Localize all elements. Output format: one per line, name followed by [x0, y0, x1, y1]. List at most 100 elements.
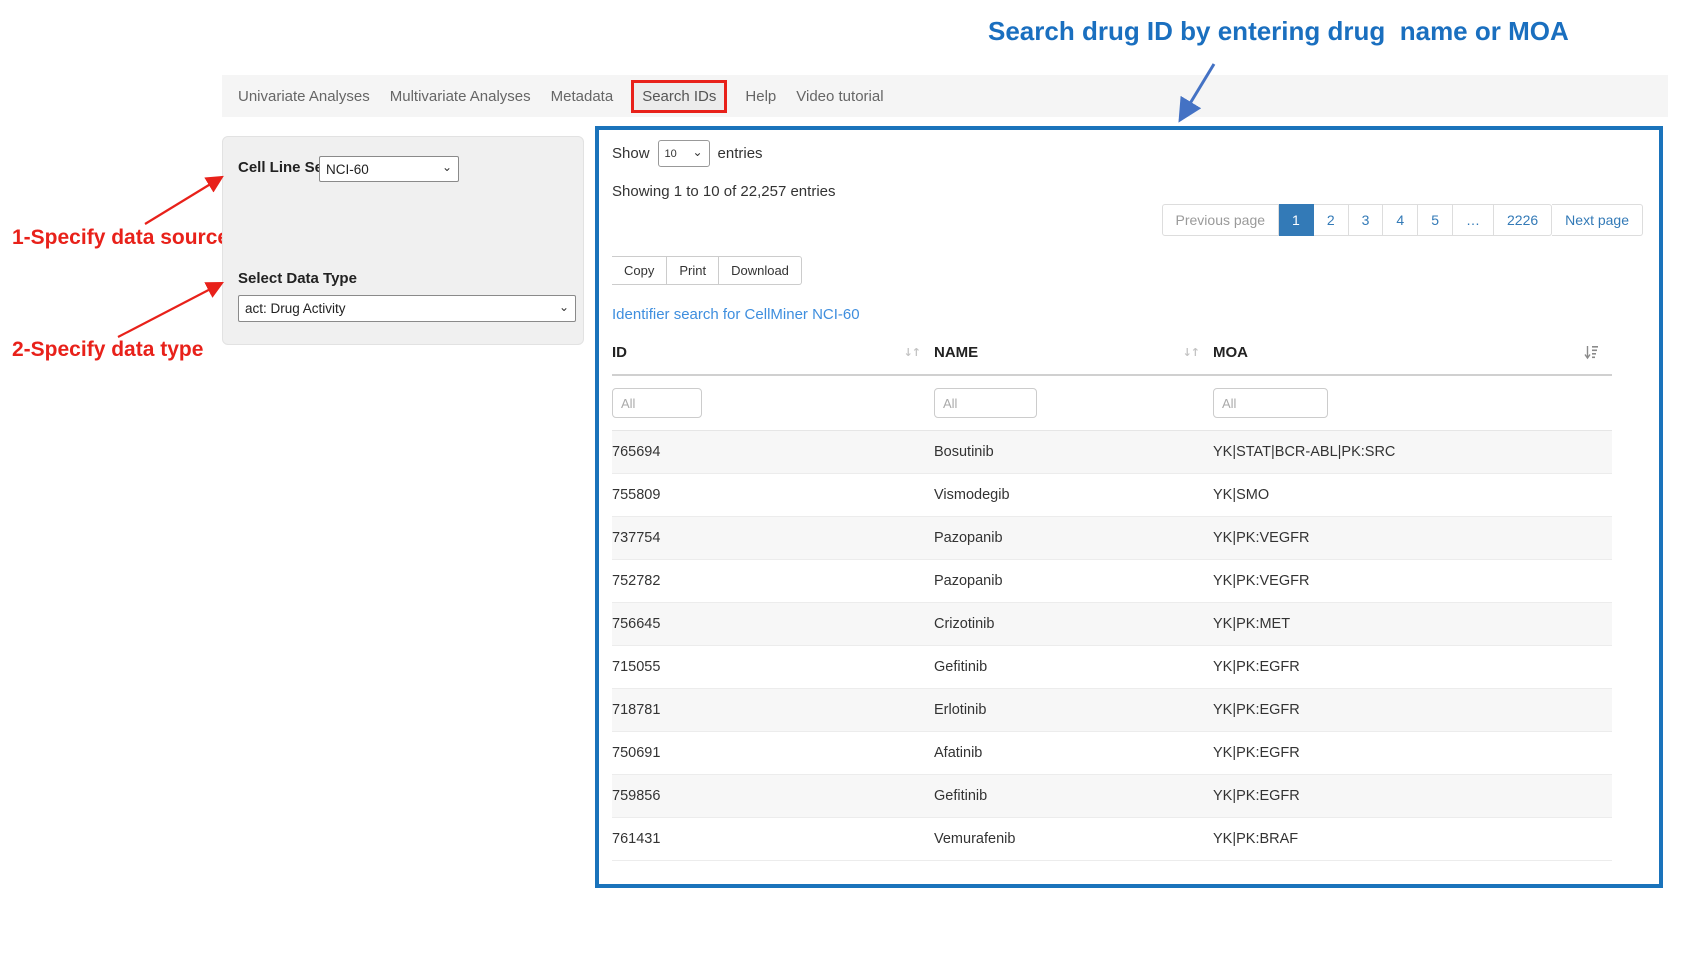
export-button-group: Copy Print Download [612, 256, 802, 285]
cell-line-set-select[interactable]: NCI-60 ⌄ [319, 156, 459, 182]
page-length-select[interactable]: 10 ⌄ [658, 140, 710, 167]
next-page-button[interactable]: Next page [1552, 204, 1643, 236]
table-header-row: ID ↓↑ NAME ↓↑ MOA [612, 330, 1612, 376]
cell-id: 759856 [612, 788, 934, 804]
table-row: 718781 Erlotinib YK|PK:EGFR [612, 689, 1612, 732]
moa-filter-input[interactable] [1213, 388, 1328, 418]
cell-name: Pazopanib [934, 573, 1213, 589]
table-row: 750691 Afatinib YK|PK:EGFR [612, 732, 1612, 775]
chevron-down-icon: ⌄ [442, 161, 452, 173]
top-nav: Univariate Analyses Multivariate Analyse… [222, 75, 1668, 117]
red-arrow-step1 [145, 177, 222, 224]
show-entries-control: Show 10 ⌄ entries [612, 140, 763, 167]
cell-moa: YK|PK:VEGFR [1213, 573, 1612, 589]
nav-tab[interactable]: Video tutorial [794, 84, 885, 109]
page-number-button[interactable]: 1 [1279, 204, 1314, 236]
export-button[interactable]: Print [667, 256, 719, 285]
cell-name: Gefitinib [934, 659, 1213, 675]
cell-id: 765694 [612, 444, 934, 460]
table-row: 752782 Pazopanib YK|PK:VEGFR [612, 560, 1612, 603]
data-type-value: act: Drug Activity [245, 301, 346, 316]
cell-name: Vemurafenib [934, 831, 1213, 847]
page-number-button[interactable]: 3 [1349, 204, 1384, 236]
page-number-button[interactable]: 2226 [1494, 204, 1552, 236]
showing-summary: Showing 1 to 10 of 22,257 entries [612, 183, 836, 200]
sort-updown-icon: ↓↑ [904, 346, 920, 359]
red-arrow-step2 [118, 283, 222, 337]
cell-name: Bosutinib [934, 444, 1213, 460]
table-row: 759856 Gefitinib YK|PK:EGFR [612, 775, 1612, 818]
table-row: 715055 Gefitinib YK|PK:EGFR [612, 646, 1612, 689]
page-number-group: 1 2 3 4 5 … 2226 [1279, 204, 1552, 236]
cell-moa: YK|PK:EGFR [1213, 788, 1612, 804]
table-row: 755809 Vismodegib YK|SMO [612, 474, 1612, 517]
cell-id: 761431 [612, 831, 934, 847]
id-filter-input[interactable] [612, 388, 702, 418]
data-source-panel: Cell Line Set NCI-60 ⌄ Select Data Type … [222, 136, 584, 345]
table-row: 756645 Crizotinib YK|PK:MET [612, 603, 1612, 646]
column-filter-row [612, 376, 1612, 431]
headline-annotation: Search drug ID by entering drug name or … [988, 16, 1569, 47]
page-number-button[interactable]: 4 [1383, 204, 1418, 236]
annotation-step1: 1-Specify data source [12, 226, 229, 250]
cell-id: 752782 [612, 573, 934, 589]
column-header-id-label: ID [612, 344, 627, 361]
cell-id: 718781 [612, 702, 934, 718]
cell-name: Erlotinib [934, 702, 1213, 718]
column-header-name-label: NAME [934, 344, 978, 361]
chevron-down-icon: ⌄ [559, 301, 569, 313]
column-header-moa[interactable]: MOA [1213, 344, 1612, 361]
cell-line-set-value: NCI-60 [326, 162, 369, 177]
annotation-step2: 2-Specify data type [12, 338, 203, 362]
cell-id: 756645 [612, 616, 934, 632]
show-label: Show [612, 145, 650, 162]
table-row: 761431 Vemurafenib YK|PK:BRAF [612, 818, 1612, 861]
nav-tab[interactable]: Search IDs [631, 80, 727, 113]
cell-name: Afatinib [934, 745, 1213, 761]
cell-moa: YK|STAT|BCR-ABL|PK:SRC [1213, 444, 1612, 460]
page-length-value: 10 [665, 148, 677, 160]
cell-id: 715055 [612, 659, 934, 675]
column-header-name[interactable]: NAME ↓↑ [934, 344, 1213, 361]
nav-tab[interactable]: Univariate Analyses [236, 84, 372, 109]
nav-tab[interactable]: Help [743, 84, 778, 109]
cell-moa: YK|PK:BRAF [1213, 831, 1612, 847]
cell-name: Gefitinib [934, 788, 1213, 804]
table-body: 765694 Bosutinib YK|STAT|BCR-ABL|PK:SRC … [612, 431, 1612, 861]
cell-name: Vismodegib [934, 487, 1213, 503]
cell-name: Crizotinib [934, 616, 1213, 632]
export-button[interactable]: Download [719, 256, 802, 285]
search-ids-panel: Show 10 ⌄ entries Showing 1 to 10 of 22,… [595, 126, 1663, 888]
page-number-button[interactable]: 2 [1314, 204, 1349, 236]
table-row: 737754 Pazopanib YK|PK:VEGFR [612, 517, 1612, 560]
cell-moa: YK|PK:EGFR [1213, 745, 1612, 761]
identifier-search-link[interactable]: Identifier search for CellMiner NCI-60 [612, 306, 860, 323]
name-filter-input[interactable] [934, 388, 1037, 418]
cell-moa: YK|PK:MET [1213, 616, 1612, 632]
entries-label: entries [718, 145, 763, 162]
column-header-id[interactable]: ID ↓↑ [612, 344, 934, 361]
sort-updown-icon: ↓↑ [1183, 346, 1199, 359]
nav-tab[interactable]: Multivariate Analyses [388, 84, 533, 109]
cell-moa: YK|PK:EGFR [1213, 702, 1612, 718]
page-number-button[interactable]: … [1453, 204, 1494, 236]
column-header-moa-label: MOA [1213, 344, 1248, 361]
table-row: 765694 Bosutinib YK|STAT|BCR-ABL|PK:SRC [612, 431, 1612, 474]
cell-line-set-label: Cell Line Set [238, 159, 328, 176]
cell-moa: YK|PK:VEGFR [1213, 530, 1612, 546]
cell-id: 737754 [612, 530, 934, 546]
sort-amount-icon [1584, 345, 1598, 360]
pagination: Previous page 1 2 3 4 5 … 2226 Next page [1162, 204, 1643, 236]
cell-name: Pazopanib [934, 530, 1213, 546]
previous-page-button[interactable]: Previous page [1162, 204, 1280, 236]
page-number-button[interactable]: 5 [1418, 204, 1453, 236]
cell-id: 755809 [612, 487, 934, 503]
chevron-down-icon: ⌄ [692, 146, 702, 158]
data-type-select[interactable]: act: Drug Activity ⌄ [238, 295, 576, 322]
export-button[interactable]: Copy [612, 256, 667, 285]
nav-tab[interactable]: Metadata [549, 84, 616, 109]
results-table: ID ↓↑ NAME ↓↑ MOA [612, 330, 1612, 861]
data-type-label: Select Data Type [238, 270, 357, 287]
cell-moa: YK|SMO [1213, 487, 1612, 503]
cell-id: 750691 [612, 745, 934, 761]
